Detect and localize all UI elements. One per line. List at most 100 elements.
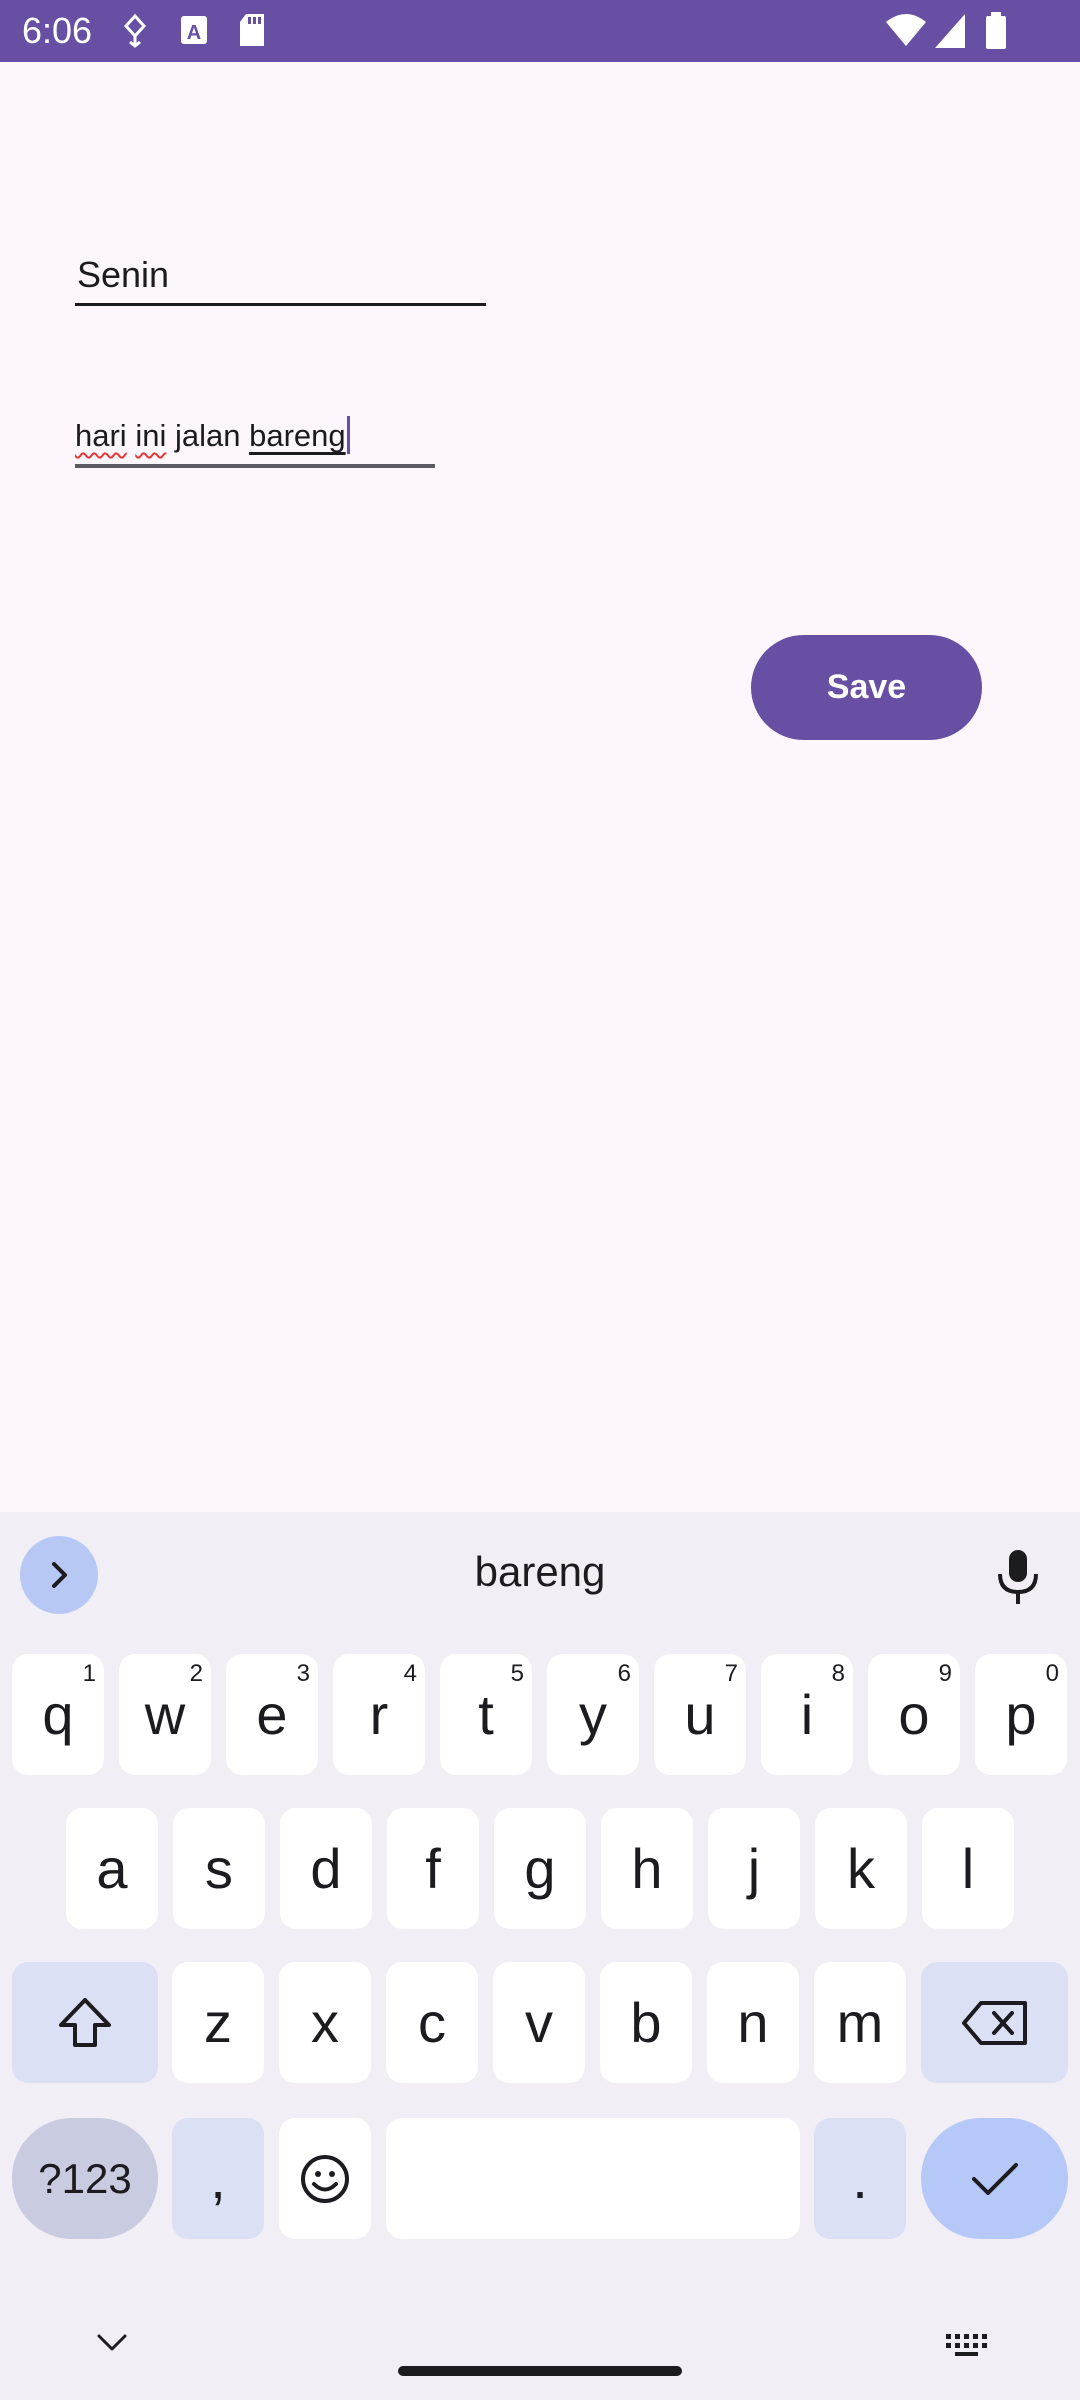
key-i-hint: 8 (831, 1660, 845, 1687)
key-o[interactable]: o9 (868, 1654, 960, 1775)
key-k-label: k (847, 1837, 875, 1900)
status-time: 6:06 (22, 10, 93, 51)
sd-card-icon (238, 12, 266, 50)
key-r-hint: 4 (403, 1660, 417, 1687)
key-y-label: y (579, 1683, 607, 1746)
svg-text:A: A (187, 22, 201, 44)
key-d-label: d (310, 1837, 342, 1900)
key-j[interactable]: j (708, 1808, 800, 1929)
key-f-label: f (425, 1837, 441, 1900)
key-h-label: h (631, 1837, 663, 1900)
key-w-hint: 2 (189, 1660, 203, 1687)
hide-keyboard-chevron-icon[interactable] (95, 2332, 129, 2359)
key-c-label: c (418, 1991, 446, 2054)
note-input[interactable]: hari ini jalan bareng (75, 410, 435, 468)
save-button[interactable]: Save (751, 635, 982, 740)
key-o-hint: 9 (938, 1660, 952, 1687)
key-s[interactable]: s (173, 1808, 265, 1929)
key-a-label: a (96, 1837, 128, 1900)
emoji-key[interactable] (279, 2118, 371, 2239)
key-i[interactable]: i8 (761, 1654, 853, 1775)
key-m-label: m (836, 1991, 884, 2054)
space-key[interactable] (386, 2118, 800, 2239)
key-q-label: q (42, 1683, 74, 1746)
day-input-value: Senin (77, 254, 170, 295)
key-y-hint: 6 (617, 1660, 631, 1687)
status-bar: 6:06 A (0, 0, 1080, 62)
key-h[interactable]: h (601, 1808, 693, 1929)
key-e-hint: 3 (296, 1660, 310, 1687)
key-k[interactable]: k (815, 1808, 907, 1929)
mic-icon[interactable] (995, 1548, 1041, 1611)
key-i-label: i (800, 1683, 814, 1746)
key-z-label: z (204, 1991, 232, 2054)
shift-icon (59, 1997, 111, 2047)
key-p-hint: 0 (1045, 1660, 1059, 1687)
key-q[interactable]: q1 (12, 1654, 104, 1775)
note-word-2: ini (135, 418, 167, 453)
key-v[interactable]: v (493, 1962, 585, 2083)
key-a[interactable]: a (66, 1808, 158, 1929)
emoji-icon (301, 2154, 349, 2203)
key-e-label: e (256, 1683, 288, 1746)
suggestion-chip[interactable]: bareng (340, 1542, 740, 1602)
key-n-label: n (737, 1991, 769, 2054)
key-o-label: o (898, 1683, 930, 1746)
key-b-label: b (630, 1991, 662, 2054)
text-app-icon: A (180, 12, 208, 50)
key-u-label: u (684, 1683, 716, 1746)
key-u-hint: 7 (724, 1660, 738, 1687)
key-r-label: r (369, 1683, 389, 1746)
home-indicator[interactable] (398, 2366, 682, 2376)
key-p[interactable]: p0 (975, 1654, 1067, 1775)
key-c[interactable]: c (386, 1962, 478, 2083)
chevron-right-icon (52, 1562, 67, 1588)
key-t-hint: 5 (510, 1660, 524, 1687)
signal-icon (933, 12, 967, 50)
backspace-icon (961, 2000, 1027, 2045)
key-r[interactable]: r4 (333, 1654, 425, 1775)
note-word-3: jalan (174, 418, 241, 453)
key-f[interactable]: f (387, 1808, 479, 1929)
keyboard-switch-icon[interactable] (945, 2332, 991, 2365)
done-key[interactable] (921, 2118, 1068, 2239)
note-input-value: hari ini jalan bareng (75, 416, 350, 456)
key-l-label: l (961, 1837, 975, 1900)
comma-key[interactable]: , (172, 2118, 264, 2239)
key-l[interactable]: l (922, 1808, 1014, 1929)
key-u[interactable]: u7 (654, 1654, 746, 1775)
data-saver-icon (122, 12, 148, 50)
key-w-label: w (144, 1683, 186, 1746)
wifi-icon (885, 12, 927, 50)
key-v-label: v (525, 1991, 553, 2054)
key-n[interactable]: n (707, 1962, 799, 2083)
key-t-label: t (478, 1683, 494, 1746)
backspace-key[interactable] (921, 1962, 1068, 2083)
period-key[interactable]: . (814, 2118, 906, 2239)
key-w[interactable]: w2 (119, 1654, 211, 1775)
soft-keyboard: bareng ?123 , . q1w2e3r4t5y6u7i8o9p0asdf… (0, 1512, 1080, 2400)
key-d[interactable]: d (280, 1808, 372, 1929)
day-input[interactable]: Senin (75, 246, 486, 306)
expand-toolbar-button[interactable] (20, 1536, 98, 1614)
shift-key[interactable] (12, 1962, 158, 2083)
key-g-label: g (524, 1837, 556, 1900)
key-t[interactable]: t5 (440, 1654, 532, 1775)
key-z[interactable]: z (172, 1962, 264, 2083)
key-b[interactable]: b (600, 1962, 692, 2083)
text-caret (346, 416, 350, 454)
key-s-label: s (205, 1837, 233, 1900)
checkmark-icon (971, 2162, 1018, 2195)
note-word-4: bareng (249, 418, 346, 453)
key-e[interactable]: e3 (226, 1654, 318, 1775)
key-x-label: x (311, 1991, 339, 2054)
key-x[interactable]: x (279, 1962, 371, 2083)
battery-icon (985, 12, 1007, 50)
key-y[interactable]: y6 (547, 1654, 639, 1775)
key-p-label: p (1005, 1683, 1037, 1746)
key-g[interactable]: g (494, 1808, 586, 1929)
key-m[interactable]: m (814, 1962, 906, 2083)
symbols-key[interactable]: ?123 (12, 2118, 158, 2239)
note-word-1: hari (75, 418, 127, 453)
key-j-label: j (747, 1837, 761, 1900)
